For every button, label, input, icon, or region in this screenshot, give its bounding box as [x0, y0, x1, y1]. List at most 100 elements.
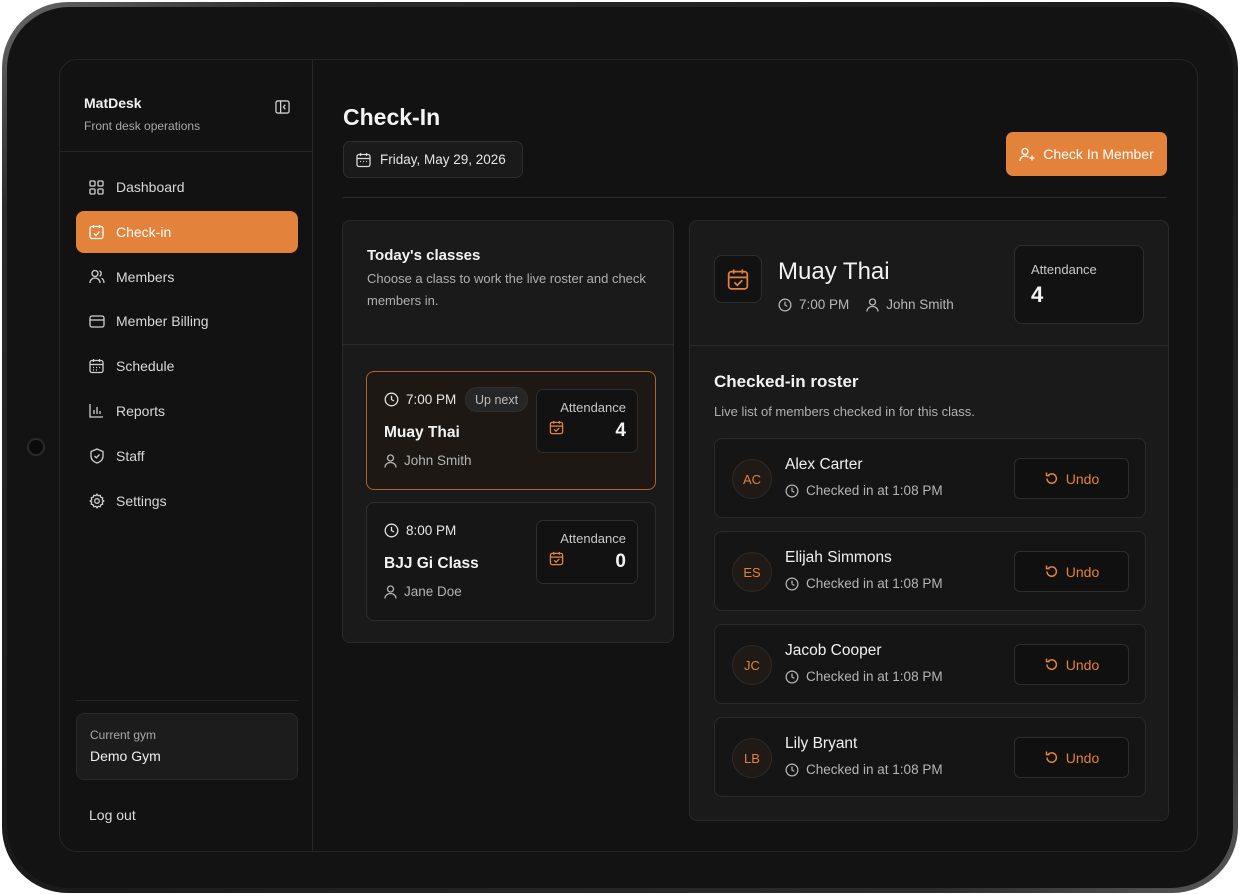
attendance-label: Attendance [560, 400, 626, 415]
undo-button[interactable]: Undo [1014, 737, 1129, 778]
class-instructor: Jane Doe [384, 584, 462, 599]
attendance-count: 0 [615, 551, 626, 572]
attendance-label: Attendance [1031, 262, 1097, 277]
roster-subtitle: Live list of members checked in for this… [714, 404, 975, 419]
undo-icon [1045, 658, 1057, 670]
brand-subtitle: Front desk operations [84, 119, 201, 133]
user-plus-icon [1019, 147, 1035, 161]
check-in-member-label: Check In Member [1043, 146, 1154, 162]
logout-link[interactable]: Log out [89, 807, 136, 823]
calendar-check-icon [549, 420, 564, 435]
calendar-icon [88, 358, 105, 375]
sidebar-item-label: Check-in [116, 223, 172, 240]
avatar: JC [732, 645, 772, 685]
attendance-count: 4 [615, 420, 626, 441]
sidebar-item-label: Staff [116, 447, 145, 464]
header-divider [343, 197, 1167, 198]
roster-panel: Muay Thai 7:00 PM John Smith Attendance … [689, 220, 1169, 821]
selected-class-time: 7:00 PM [799, 297, 850, 312]
avatar: AC [732, 459, 772, 499]
member-name: Jacob Cooper [785, 642, 882, 659]
class-attendance-box: Attendance 0 [536, 520, 638, 584]
sidebar: MatDesk Front desk operations Dashboard [60, 60, 313, 851]
class-name: BJJ Gi Class [384, 555, 479, 572]
page-title: Check-In [343, 104, 441, 130]
selected-class-header: Muay Thai 7:00 PM John Smith Attendance … [690, 221, 1168, 346]
member-name: Lily Bryant [785, 735, 858, 752]
undo-button[interactable]: Undo [1014, 551, 1129, 592]
attendance-label: Attendance [560, 531, 626, 546]
shield-icon [88, 447, 105, 464]
undo-button[interactable]: Undo [1014, 458, 1129, 499]
sidebar-item-members[interactable]: Members [76, 256, 298, 298]
clock-icon [778, 298, 792, 311]
calendar-check-icon [88, 223, 105, 240]
undo-label: Undo [1065, 563, 1100, 580]
sidebar-collapse-icon[interactable] [275, 100, 290, 114]
check-in-member-button[interactable]: Check In Member [1006, 132, 1167, 176]
sidebar-item-label: Member Billing [116, 313, 209, 330]
roster-row: JC Jacob Cooper Checked in at 1:08 PM Un… [714, 624, 1146, 704]
clock-icon [384, 392, 399, 407]
checked-in-time: Checked in at 1:08 PM [785, 576, 943, 591]
bar-chart-icon [88, 402, 105, 419]
class-time: 8:00 PM [384, 523, 456, 538]
main-content: Check-In Friday, May 29, 2026 Check In M… [313, 60, 1197, 851]
class-attendance-box: Attendance 4 [536, 389, 638, 453]
sidebar-item-schedule[interactable]: Schedule [76, 345, 298, 387]
brand-header: MatDesk Front desk operations [60, 60, 312, 152]
date-label: Friday, May 29, 2026 [380, 152, 506, 167]
class-instructor-name: John Smith [404, 453, 472, 468]
selected-class-meta: 7:00 PM John Smith [778, 297, 954, 312]
up-next-badge: Up next [465, 387, 529, 412]
sidebar-divider [76, 700, 298, 701]
classes-panel-header: Today's classes Choose a class to work t… [343, 221, 673, 345]
sidebar-item-settings[interactable]: Settings [76, 480, 298, 522]
roster-title: Checked-in roster [714, 372, 859, 391]
class-time: 7:00 PM [384, 392, 456, 407]
current-gym-name: Demo Gym [90, 748, 161, 764]
todays-classes-panel: Today's classes Choose a class to work t… [342, 220, 674, 643]
user-icon [384, 453, 397, 468]
class-icon-box [714, 255, 762, 303]
checked-in-label: Checked in at 1:08 PM [806, 669, 943, 684]
checked-in-time: Checked in at 1:08 PM [785, 483, 943, 498]
selected-class-instructor: John Smith [886, 297, 954, 312]
tablet-frame: MatDesk Front desk operations Dashboard [2, 2, 1238, 893]
undo-label: Undo [1065, 749, 1100, 766]
brand-name: MatDesk [84, 95, 142, 111]
classes-description: Choose a class to work the live roster a… [367, 271, 646, 308]
class-time-label: 7:00 PM [406, 392, 457, 407]
roster-row: AC Alex Carter Checked in at 1:08 PM Und… [714, 438, 1146, 518]
selected-class-attendance: Attendance 4 [1014, 245, 1144, 324]
sidebar-item-staff[interactable]: Staff [76, 435, 298, 477]
date-picker[interactable]: Friday, May 29, 2026 [343, 141, 523, 178]
selected-class-name: Muay Thai [778, 258, 890, 285]
tablet-bezel: MatDesk Front desk operations Dashboard [7, 7, 1233, 888]
undo-icon [1045, 751, 1057, 763]
clock-icon [785, 484, 799, 497]
undo-label: Undo [1065, 470, 1100, 487]
sidebar-item-check-in[interactable]: Check-in [76, 210, 298, 253]
current-gym-card[interactable]: Current gym Demo Gym [76, 713, 298, 780]
undo-button[interactable]: Undo [1014, 644, 1129, 685]
attendance-count: 4 [1031, 282, 1044, 307]
current-gym-label: Current gym [90, 728, 157, 742]
checked-in-label: Checked in at 1:08 PM [806, 483, 943, 498]
classes-title: Today's classes [367, 247, 481, 264]
sidebar-item-member-billing[interactable]: Member Billing [76, 300, 298, 342]
calendar-check-icon [549, 551, 564, 566]
sidebar-item-reports[interactable]: Reports [76, 390, 298, 432]
sidebar-nav: Dashboard Check-in Members Member Billin… [60, 152, 312, 522]
users-icon [88, 268, 105, 285]
sidebar-item-label: Dashboard [116, 179, 185, 195]
checked-in-time: Checked in at 1:08 PM [785, 669, 943, 684]
class-card-bjj-gi[interactable]: 8:00 PM BJJ Gi Class Jane Doe Attendance… [366, 502, 656, 621]
class-card-muay-thai[interactable]: 7:00 PM Up next Muay Thai John Smith Att… [366, 371, 656, 490]
avatar: LB [732, 738, 772, 778]
user-icon [866, 297, 879, 312]
sidebar-item-label: Reports [116, 402, 166, 419]
avatar: ES [732, 552, 772, 592]
class-name: Muay Thai [384, 424, 460, 441]
sidebar-item-dashboard[interactable]: Dashboard [76, 166, 298, 208]
